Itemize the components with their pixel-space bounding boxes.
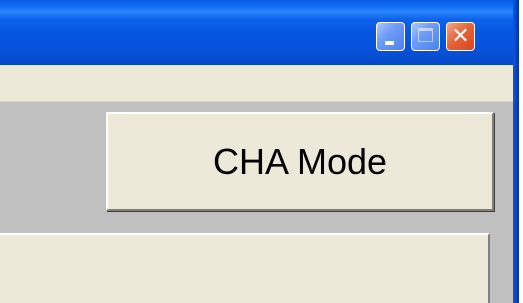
window-frame-right [513,0,519,303]
minimize-icon [385,41,394,45]
title-bar[interactable]: ✕ [0,0,513,65]
close-icon: ✕ [451,24,470,49]
close-button[interactable]: ✕ [446,22,475,51]
minimize-button[interactable] [376,22,405,51]
maximize-button[interactable] [411,22,440,51]
content-area: CHA Mode [0,102,513,303]
application-window: ✕ CHA Mode [0,0,519,303]
maximize-icon [418,28,433,42]
lower-panel [0,233,490,303]
cha-mode-button[interactable]: CHA Mode [106,112,494,211]
menu-bar [0,65,513,102]
